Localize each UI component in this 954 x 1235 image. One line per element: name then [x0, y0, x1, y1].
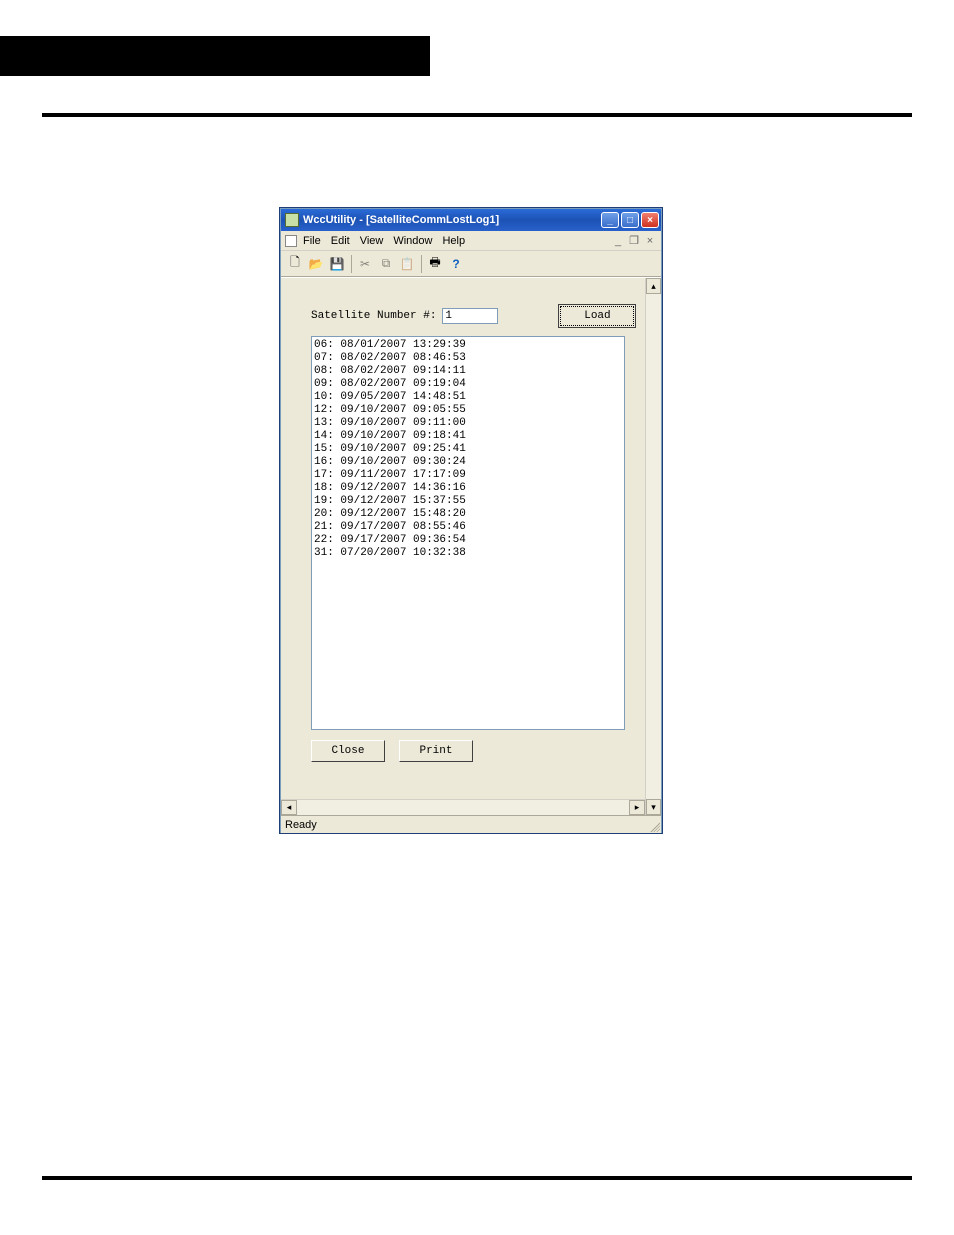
scroll-up-icon[interactable]: ▴ [646, 278, 661, 294]
form-area: Satellite Number #: Load 06: 08/01/2007 … [281, 278, 661, 772]
help-icon[interactable]: ? [446, 254, 466, 274]
scroll-left-icon[interactable]: ◂ [281, 800, 297, 815]
menu-view[interactable]: View [360, 235, 384, 247]
page-bottom-separator [42, 1176, 912, 1180]
close-window-button[interactable]: × [641, 212, 659, 228]
mdi-minimize-button[interactable]: _ [611, 234, 625, 248]
menu-help[interactable]: Help [442, 235, 465, 247]
size-grip-icon[interactable] [648, 820, 660, 832]
minimize-button[interactable]: _ [601, 212, 619, 228]
statusbar: Ready [281, 815, 661, 833]
scroll-down-icon[interactable]: ▾ [646, 799, 661, 815]
toolbar: 🗋 📂 💾 ✂ ⧉ 📋 🖶 ? [281, 251, 661, 277]
mdi-doc-icon[interactable] [285, 235, 297, 247]
client-area: Satellite Number #: Load 06: 08/01/2007 … [281, 277, 661, 815]
app-icon [285, 213, 299, 227]
log-listbox[interactable]: 06: 08/01/2007 13:29:39 07: 08/02/2007 0… [311, 336, 625, 730]
satellite-number-label: Satellite Number #: [311, 310, 436, 322]
load-button[interactable]: Load [560, 306, 634, 326]
page-top-separator [42, 113, 912, 117]
toolbar-separator [351, 255, 352, 273]
paste-icon: 📋 [397, 254, 417, 274]
titlebar[interactable]: WccUtility - [SatelliteCommLostLog1] _ □… [281, 209, 661, 231]
copy-icon: ⧉ [376, 254, 396, 274]
mdi-close-button[interactable]: × [643, 234, 657, 248]
window-title: WccUtility - [SatelliteCommLostLog1] [303, 214, 599, 226]
page-header-band [0, 36, 430, 76]
close-button[interactable]: Close [311, 740, 385, 762]
menubar: File Edit View Window Help _ ❐ × [281, 231, 661, 251]
scroll-right-icon[interactable]: ▸ [629, 800, 645, 815]
satellite-number-input[interactable] [442, 308, 498, 324]
print-button[interactable]: Print [399, 740, 473, 762]
print-icon[interactable]: 🖶 [425, 254, 445, 274]
menu-edit[interactable]: Edit [331, 235, 350, 247]
new-icon[interactable]: 🗋 [285, 254, 305, 274]
vertical-scrollbar[interactable]: ▴ ▾ [645, 278, 661, 815]
mdi-restore-button[interactable]: ❐ [627, 234, 641, 248]
app-window: WccUtility - [SatelliteCommLostLog1] _ □… [280, 208, 662, 833]
open-icon[interactable]: 📂 [306, 254, 326, 274]
save-icon[interactable]: 💾 [327, 254, 347, 274]
menu-window[interactable]: Window [393, 235, 432, 247]
cut-icon: ✂ [355, 254, 375, 274]
menu-file[interactable]: File [303, 235, 321, 247]
status-text: Ready [285, 819, 317, 831]
horizontal-scrollbar[interactable]: ◂ ▸ [281, 799, 645, 815]
maximize-button[interactable]: □ [621, 212, 639, 228]
toolbar-separator [421, 255, 422, 273]
